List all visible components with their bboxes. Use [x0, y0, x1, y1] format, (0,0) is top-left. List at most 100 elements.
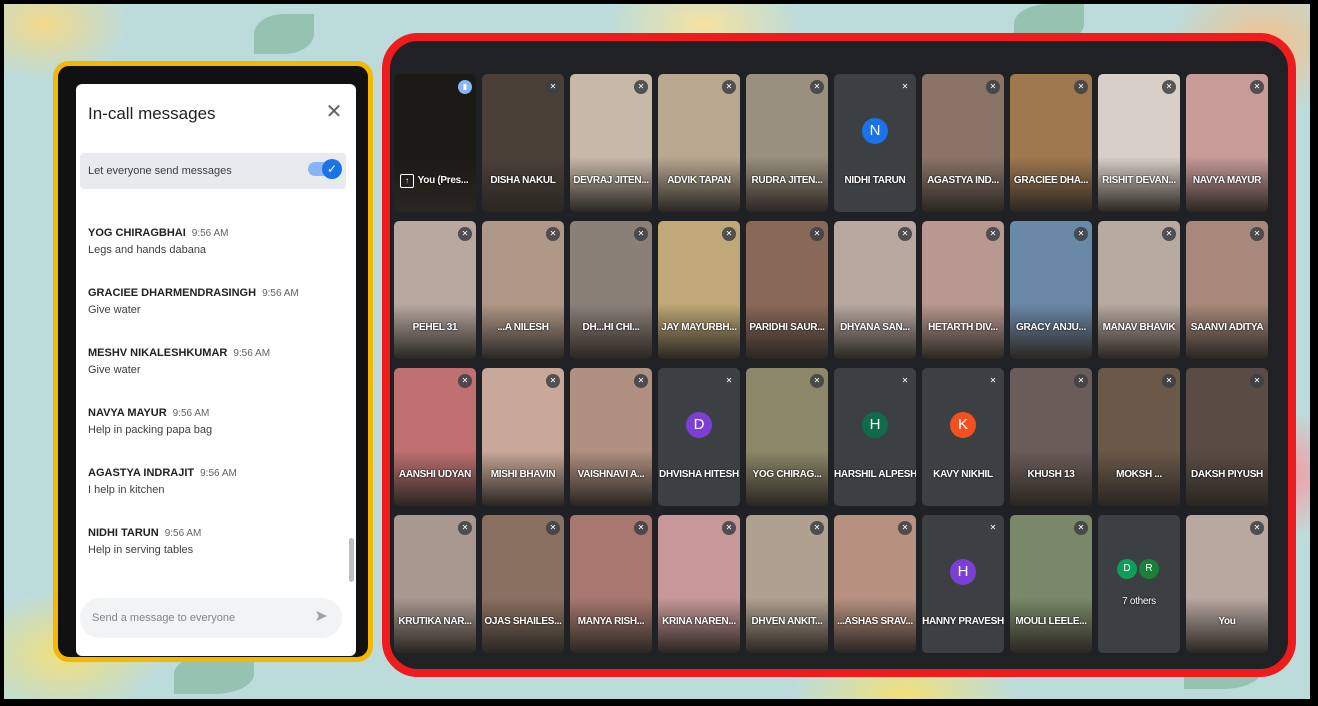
message-text: Help in serving tables [88, 544, 194, 556]
mic-off-icon: ✕ [1162, 227, 1176, 241]
participant-tile[interactable]: ✕ MANYA RISH... [570, 515, 652, 653]
participant-tile[interactable]: ✕ DH...HI CHI... [570, 221, 652, 359]
mic-off-icon: ✕ [898, 227, 912, 241]
message-sender: YOG CHIRAGBHAI 9:56 AM [88, 227, 338, 239]
participant-tile[interactable]: ✕ N NIDHI TARUN [834, 74, 916, 212]
participant-tile[interactable]: ✕ PEHEL 31 [394, 221, 476, 359]
allow-messages-toggle[interactable]: ✓ [308, 159, 342, 179]
mic-off-icon: ✕ [810, 374, 824, 388]
participant-tile[interactable]: ▮ ↑ You (Pres... [394, 74, 476, 212]
participant-name: DAKSH PIYUSH [1191, 469, 1263, 480]
participant-name: MOKSH ... [1116, 469, 1162, 480]
message-sender: AGASTYA INDRAJIT 9:56 AM [88, 467, 338, 479]
message-input-placeholder: Send a message to everyone [92, 612, 236, 624]
participant-tile[interactable]: ✕ AGASTYA IND... [922, 74, 1004, 212]
participant-name: VAISHNAVI A... [577, 469, 645, 480]
participant-name: YOG CHIRAG... [752, 469, 822, 480]
participant-tile[interactable]: ✕ YOG CHIRAG... [746, 368, 828, 506]
mic-off-icon: ✕ [1074, 80, 1088, 94]
participant-tile[interactable]: ✕ OJAS SHAILES... [482, 515, 564, 653]
close-icon[interactable]: ✕ [324, 102, 344, 122]
participant-tile[interactable]: ✕ VAISHNAVI A... [570, 368, 652, 506]
participant-tile[interactable]: ✕ KHUSH 13 [1010, 368, 1092, 506]
participant-tile[interactable]: ✕ D DHVISHA HITESH [658, 368, 740, 506]
message-sender-name: GRACIEE DHARMENDRASINGH [88, 287, 257, 299]
mic-off-icon: ✕ [722, 80, 736, 94]
participant-avatar: D [1117, 559, 1137, 579]
message-input[interactable]: Send a message to everyone ➤ [80, 598, 342, 638]
participant-tile[interactable]: ✕ JAY MAYURBH... [658, 221, 740, 359]
participant-tile[interactable]: ✕ MANAV BHAVIK [1098, 221, 1180, 359]
mic-off-icon: ✕ [1250, 80, 1264, 94]
participant-tile[interactable]: ✕ SAANVI ADITYA [1186, 221, 1268, 359]
participant-name: DHVEN ANKIT... [751, 616, 823, 627]
mic-off-icon: ✕ [1074, 227, 1088, 241]
mic-off-icon: ✕ [722, 227, 736, 241]
participant-tile[interactable]: ✕ MOKSH ... [1098, 368, 1180, 506]
participant-tile[interactable]: ✕ PARIDHI SAUR... [746, 221, 828, 359]
participant-name: ...A NILESH [497, 322, 549, 333]
participant-tile[interactable]: ✕ DHYANA SAN... [834, 221, 916, 359]
participant-tile[interactable]: ✕ DEVRAJ JITEN... [570, 74, 652, 212]
participant-tile[interactable]: ✕ AANSHI UDYAN [394, 368, 476, 506]
participant-name: You (Pres... [417, 175, 469, 186]
message-time: 9:56 AM [262, 288, 299, 299]
participant-tile[interactable]: ✕ GRACIEE DHA... [1010, 74, 1092, 212]
chat-message: YOG CHIRAGBHAI 9:56 AM Legs and hands daba… [88, 227, 338, 287]
participant-tile[interactable]: ✕ RISHIT DEVAN... [1098, 74, 1180, 212]
participant-tile[interactable]: ✕ K KAVY NIKHIL [922, 368, 1004, 506]
participant-tile[interactable]: ✕ ...ASHAS SRAV... [834, 515, 916, 653]
participant-tile[interactable]: ✕ H HANNY PRAVESH [922, 515, 1004, 653]
send-icon[interactable]: ➤ [312, 608, 330, 626]
participant-tile[interactable]: ✕ NAVYA MAYUR [1186, 74, 1268, 212]
participant-tile[interactable]: ✕ DISHA NAKUL [482, 74, 564, 212]
participant-tile[interactable]: ✕ ...A NILESH [482, 221, 564, 359]
participant-tile[interactable]: ✕ HETARTH DIV... [922, 221, 1004, 359]
mic-off-icon: ✕ [546, 227, 560, 241]
participant-tile[interactable]: ✕ MISHI BHAVIN [482, 368, 564, 506]
mic-off-icon: ✕ [722, 374, 736, 388]
mic-off-icon: ✕ [1074, 374, 1088, 388]
participant-tile[interactable]: ✕ MOULI LEELE... [1010, 515, 1092, 653]
participant-tile[interactable]: ✕ KRUTIKA NAR... [394, 515, 476, 653]
message-sender: MESHV NIKALESHKUMAR 9:56 AM [88, 347, 338, 359]
participant-tile[interactable]: ✕ ADVIK TAPAN [658, 74, 740, 212]
participant-tile[interactable]: DR 7 others [1098, 515, 1180, 653]
message-sender-name: MESHV NIKALESHKUMAR [88, 347, 228, 359]
participant-avatar: H [862, 412, 888, 438]
participant-name: HETARTH DIV... [928, 322, 998, 333]
mic-off-icon: ✕ [634, 374, 648, 388]
mic-off-icon: ✕ [986, 521, 1000, 535]
mic-off-icon: ✕ [898, 80, 912, 94]
participant-name: AANSHI UDYAN [398, 469, 472, 480]
participant-name: DH...HI CHI... [582, 322, 640, 333]
participant-avatar: R [1139, 559, 1159, 579]
participant-tile[interactable]: ✕ DAKSH PIYUSH [1186, 368, 1268, 506]
message-sender-name: NAVYA MAYUR [88, 407, 167, 419]
message-text: Give water [88, 364, 141, 376]
chat-message: AGASTYA INDRAJIT 9:56 AM I help in kitchen [88, 467, 338, 527]
participant-tile[interactable]: ✕ KRINA NAREN... [658, 515, 740, 653]
message-sender-name: YOG CHIRAGBHAI [88, 227, 186, 239]
mic-off-icon: ✕ [986, 374, 1000, 388]
participant-name: KRUTIKA NAR... [398, 616, 472, 627]
mic-off-icon: ✕ [1162, 374, 1176, 388]
participant-tile[interactable]: ✕ H HARSHIL ALPESH [834, 368, 916, 506]
participant-avatar: D [686, 412, 712, 438]
participant-name: DHVISHA HITESH [659, 469, 739, 480]
participant-name: GRACIEE DHA... [1013, 175, 1089, 186]
participant-name: DISHA NAKUL [490, 175, 556, 186]
mic-off-icon: ✕ [1250, 521, 1264, 535]
participant-tile[interactable]: ✕ GRACY ANJU... [1010, 221, 1092, 359]
participant-name: JAY MAYURBH... [661, 322, 737, 333]
participant-tile[interactable]: ✕ You [1186, 515, 1268, 653]
participant-tile[interactable]: ✕ RUDRA JITEN... [746, 74, 828, 212]
chat-title: In-call messages [88, 104, 216, 123]
scrollbar[interactable] [349, 538, 354, 582]
chat-message: MESHV NIKALESHKUMAR 9:56 AM Give water [88, 347, 338, 407]
message-text: I help in kitchen [88, 484, 165, 496]
audio-active-icon: ▮ [458, 80, 472, 94]
chat-message: NIDHI TARUN 9:56 AM Help in serving tables [88, 527, 338, 587]
participant-tile[interactable]: ✕ DHVEN ANKIT... [746, 515, 828, 653]
mic-off-icon: ✕ [898, 374, 912, 388]
